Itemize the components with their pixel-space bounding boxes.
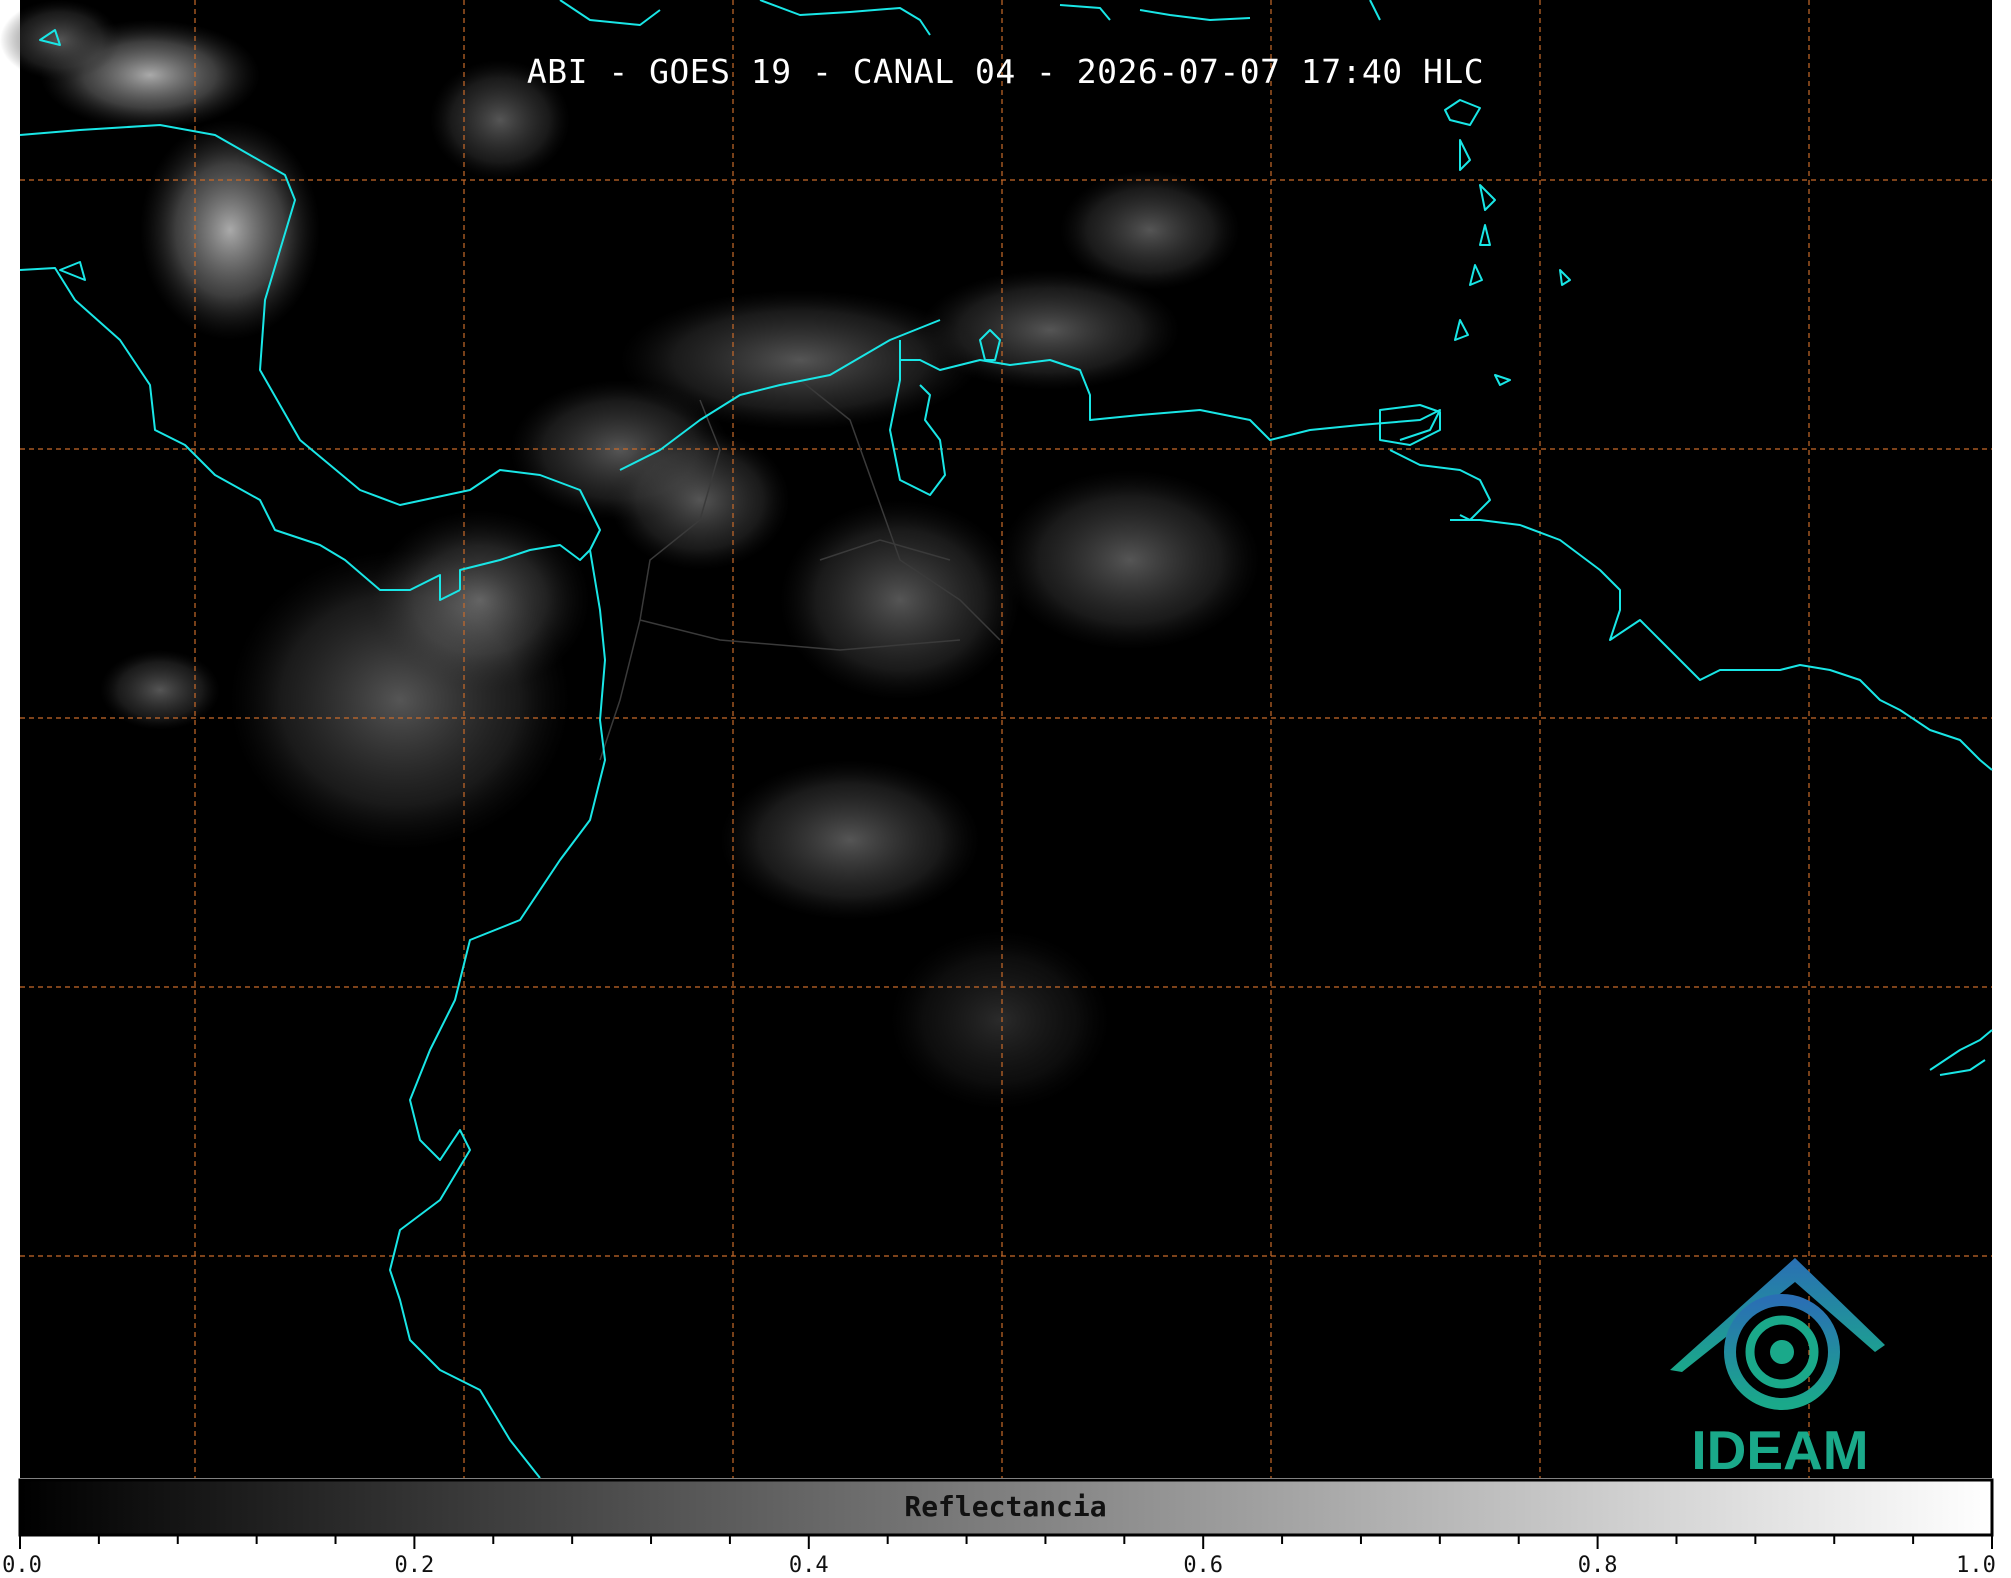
colorbar-tick-label: 0.0 — [2, 1553, 42, 1578]
colorbar-ticks — [19, 1535, 1993, 1549]
logo-text: IDEAM — [1691, 1419, 1869, 1481]
colorbar-tick-label: 1.0 — [1956, 1553, 1996, 1578]
colorbar-tick-label: 0.8 — [1577, 1553, 1618, 1578]
map-title: ABI - GOES 19 - CANAL 04 - 2026-07-07 17… — [526, 52, 1485, 91]
colorbar-tick-label: 0.4 — [788, 1553, 829, 1578]
colorbar-tick-label: 0.6 — [1183, 1553, 1224, 1578]
colorbar-tick-label: 0.2 — [394, 1553, 435, 1578]
satellite-map — [0, 0, 1994, 1549]
colorbar-label: Reflectancia — [904, 1490, 1107, 1523]
